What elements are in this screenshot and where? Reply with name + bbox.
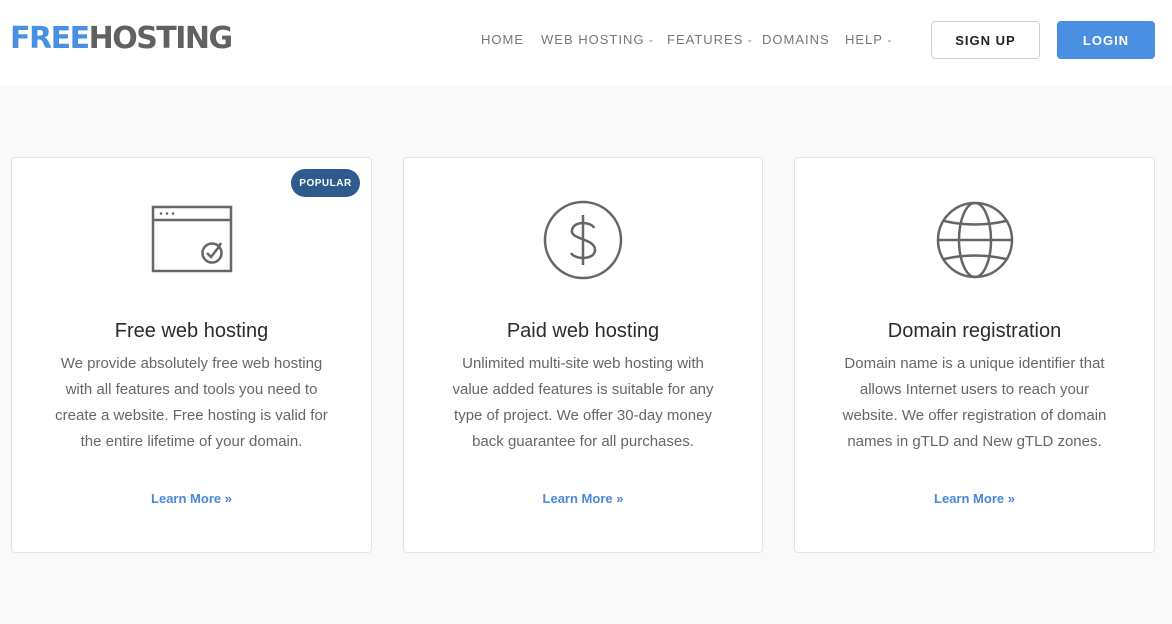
login-button[interactable]: LOGIN bbox=[1057, 21, 1155, 59]
dollar-icon bbox=[541, 198, 625, 282]
nav-item-home[interactable]: HOME bbox=[481, 31, 524, 49]
chevron-down-icon: ⌄ bbox=[647, 35, 656, 44]
card-description: Unlimited multi-site web hosting with va… bbox=[452, 355, 714, 450]
nav-item-label: FEATURES bbox=[667, 32, 744, 47]
card-description: We provide absolutely free web hosting w… bbox=[55, 355, 328, 450]
plan-card-free-hosting: POPULAR Free web hosting We provide abso… bbox=[11, 157, 372, 553]
site-header: FREEHOSTING HOME WEB HOSTING ⌄ FEATURES ⌄ … bbox=[0, 0, 1172, 85]
popular-badge: POPULAR bbox=[291, 169, 360, 197]
card-title: Domain registration bbox=[887, 320, 1062, 342]
signup-button[interactable]: SIGN UP bbox=[931, 21, 1040, 59]
plan-card-domain-registration: Domain registration Domain name is a uni… bbox=[794, 157, 1155, 553]
nav-item-domains[interactable]: DOMAINS bbox=[762, 31, 830, 49]
chevron-down-icon: ⌄ bbox=[885, 35, 894, 44]
chevron-down-icon: ⌄ bbox=[746, 35, 755, 44]
learn-more-link[interactable]: Learn More » bbox=[795, 490, 1154, 508]
logo-part-hosting: HOSTING bbox=[88, 21, 234, 56]
nav-item-label: HELP bbox=[845, 32, 883, 47]
logo-part-free: FREE bbox=[10, 21, 90, 56]
plan-card-paid-hosting: Paid web hosting Unlimited multi-site we… bbox=[403, 157, 763, 553]
card-title: Paid web hosting bbox=[506, 320, 660, 342]
nav-item-label: DOMAINS bbox=[762, 32, 830, 47]
nav-item-label: WEB HOSTING bbox=[541, 32, 645, 47]
browser-check-icon bbox=[150, 198, 234, 282]
nav-item-web-hosting[interactable]: WEB HOSTING ⌄ bbox=[541, 31, 655, 51]
nav-item-help[interactable]: HELP ⌄ bbox=[845, 31, 894, 51]
site-logo[interactable]: FREEHOSTING bbox=[10, 21, 234, 57]
learn-more-link[interactable]: Learn More » bbox=[12, 490, 371, 508]
globe-icon bbox=[933, 198, 1017, 282]
nav-item-label: HOME bbox=[481, 32, 524, 47]
nav-item-features[interactable]: FEATURES ⌄ bbox=[667, 31, 754, 51]
learn-more-link[interactable]: Learn More » bbox=[404, 490, 762, 508]
card-description: Domain name is a unique identifier that … bbox=[842, 355, 1107, 450]
card-title: Free web hosting bbox=[114, 320, 269, 342]
